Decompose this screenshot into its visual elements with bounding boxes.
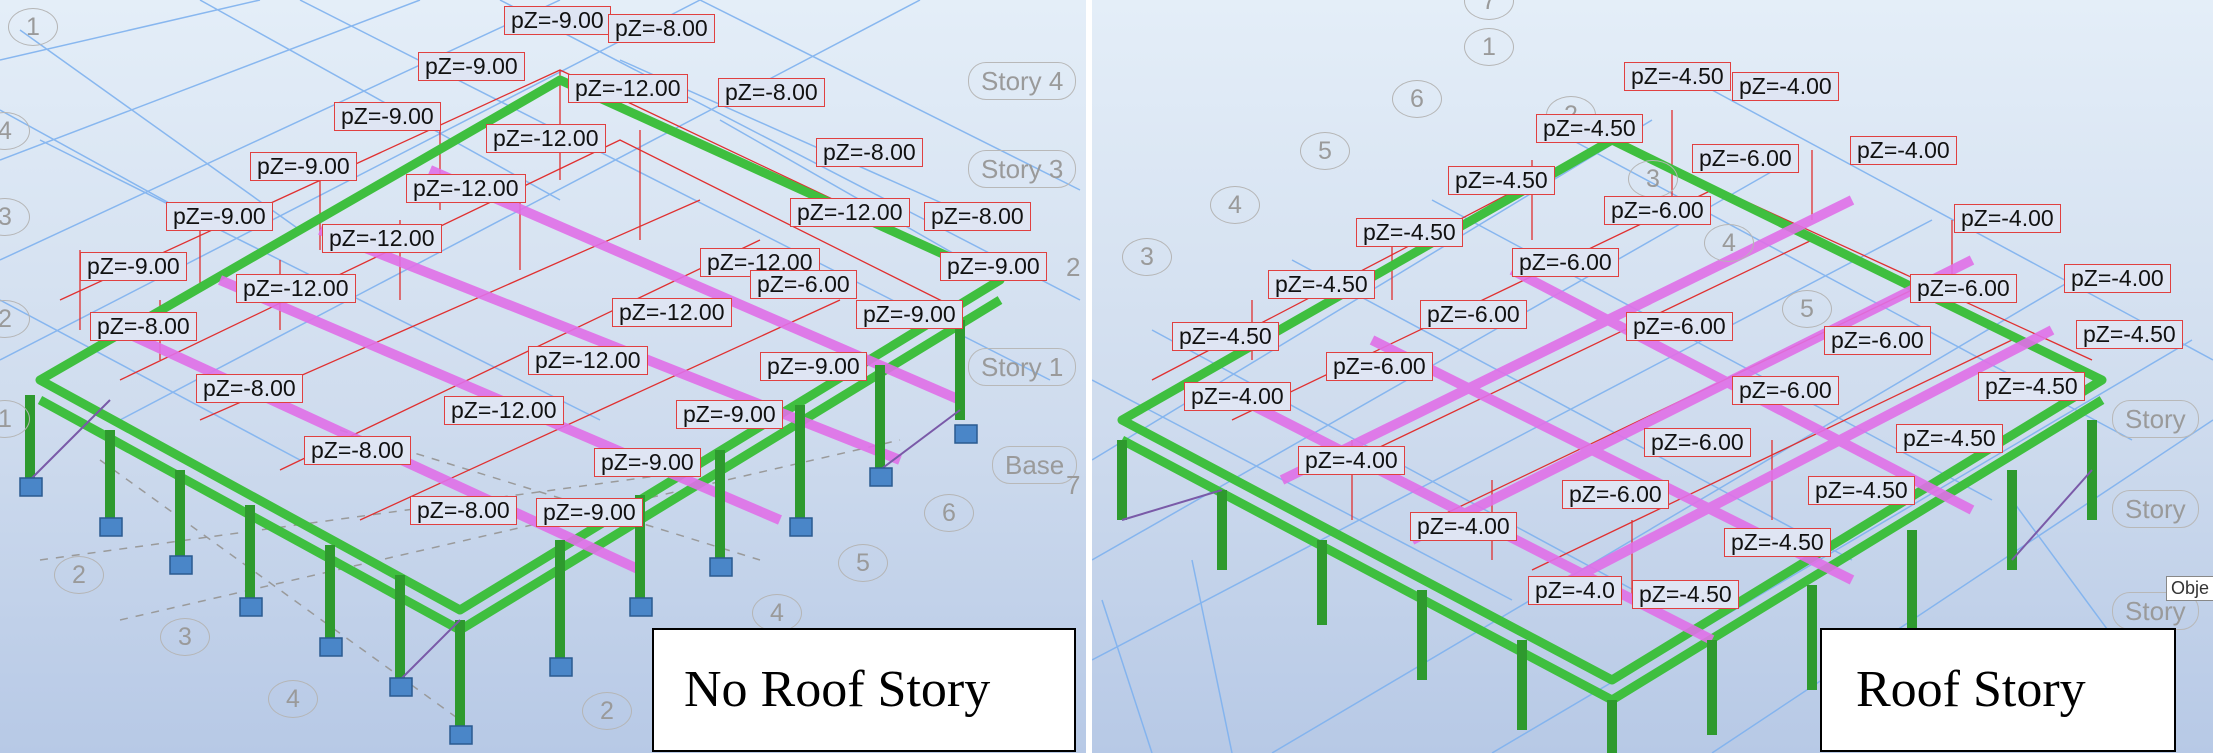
load-label[interactable]: pZ=-12.00 xyxy=(790,198,910,227)
grid-bubble: 3 xyxy=(160,618,210,656)
load-label[interactable]: pZ=-4.50 xyxy=(1724,528,1831,557)
load-label[interactable]: pZ=-12.00 xyxy=(236,274,356,303)
story-label: Story xyxy=(2112,490,2199,528)
load-label[interactable]: pZ=-8.00 xyxy=(196,374,303,403)
load-label[interactable]: pZ=-8.00 xyxy=(90,312,197,341)
load-label[interactable]: pZ=-12.00 xyxy=(568,74,688,103)
load-label[interactable]: pZ=-8.00 xyxy=(816,138,923,167)
grid-bubble: 4 xyxy=(752,594,802,632)
grid-bubble: 2 xyxy=(582,692,632,730)
grid-bubble: 4 xyxy=(1210,186,1260,224)
grid-bubble: 5 xyxy=(838,544,888,582)
grid-bubble: 6 xyxy=(924,494,974,532)
grid-bubble: 1 xyxy=(8,8,58,46)
load-label[interactable]: pZ=-9.00 xyxy=(418,52,525,81)
edge-digit: 2 xyxy=(1066,252,1081,282)
grid-bubble: 3 xyxy=(1628,160,1678,198)
load-label[interactable]: pZ=-9.00 xyxy=(594,448,701,477)
load-label[interactable]: pZ=-4.50 xyxy=(1536,114,1643,143)
load-label[interactable]: pZ=-8.00 xyxy=(924,202,1031,231)
load-label[interactable]: pZ=-4.50 xyxy=(1624,62,1731,91)
load-label[interactable]: pZ=-4.50 xyxy=(1808,476,1915,505)
load-label[interactable]: pZ=-6.00 xyxy=(1692,144,1799,173)
load-label[interactable]: pZ=-4.50 xyxy=(1268,270,1375,299)
load-label[interactable]: pZ=-4.00 xyxy=(1184,382,1291,411)
story-label: Base xyxy=(992,446,1078,484)
load-label[interactable]: pZ=-4.00 xyxy=(1732,72,1839,101)
load-label[interactable]: pZ=-12.00 xyxy=(528,346,648,375)
grid-bubble: 4 xyxy=(268,680,318,718)
load-label[interactable]: pZ=-9.00 xyxy=(250,152,357,181)
load-label[interactable]: pZ=-4.00 xyxy=(1850,136,1957,165)
load-label[interactable]: pZ=-6.00 xyxy=(1562,480,1669,509)
grid-bubble: 2 xyxy=(54,556,104,594)
load-label[interactable]: pZ=-12.00 xyxy=(406,174,526,203)
load-label[interactable]: pZ=-12.00 xyxy=(612,298,732,327)
view-caption: No Roof Story xyxy=(652,628,1076,752)
load-label[interactable]: pZ=-8.00 xyxy=(608,14,715,43)
load-label[interactable]: pZ=-9.00 xyxy=(940,252,1047,281)
load-label[interactable]: pZ=-6.00 xyxy=(1512,248,1619,277)
edge-digit: 7 xyxy=(1066,470,1081,500)
load-label[interactable]: pZ=-12.00 xyxy=(444,396,564,425)
load-label[interactable]: pZ=-9.00 xyxy=(334,102,441,131)
load-label[interactable]: pZ=-6.00 xyxy=(1626,312,1733,341)
load-label[interactable]: pZ=-4.0 xyxy=(1528,576,1622,605)
load-label[interactable]: pZ=-6.00 xyxy=(1644,428,1751,457)
load-label[interactable]: pZ=-4.00 xyxy=(1954,204,2061,233)
view-caption: Roof Story xyxy=(1820,628,2176,752)
grid-bubble: 5 xyxy=(1300,132,1350,170)
load-label[interactable]: pZ=-9.00 xyxy=(80,252,187,281)
load-label[interactable]: pZ=-6.00 xyxy=(750,270,857,299)
load-label[interactable]: pZ=-4.50 xyxy=(1978,372,2085,401)
load-label[interactable]: pZ=-4.50 xyxy=(1172,322,1279,351)
right-3d-viewport[interactable]: 7 1 6 2 5 3 4 4 3 5 2 1 4 3 2 Story Stor… xyxy=(1092,0,2213,753)
story-label: Story 1 xyxy=(968,348,1077,386)
object-tooltip: Obje xyxy=(2166,576,2213,601)
left-3d-viewport[interactable]: 1 4 3 2 1 2 3 4 2 4 5 6 Story 4 Story 3 … xyxy=(0,0,1086,753)
load-label[interactable]: pZ=-4.50 xyxy=(1448,166,1555,195)
load-label[interactable]: pZ=-9.00 xyxy=(504,6,611,35)
grid-bubble: 6 xyxy=(1392,80,1442,118)
load-label[interactable]: pZ=-8.00 xyxy=(410,496,517,525)
grid-bubble: 5 xyxy=(1782,290,1832,328)
load-label[interactable]: pZ=-12.00 xyxy=(322,224,442,253)
load-label[interactable]: pZ=-4.50 xyxy=(1896,424,2003,453)
load-label[interactable]: pZ=-9.00 xyxy=(536,498,643,527)
load-label[interactable]: pZ=-9.00 xyxy=(166,202,273,231)
load-label[interactable]: pZ=-6.00 xyxy=(1420,300,1527,329)
load-label[interactable]: pZ=-4.50 xyxy=(1632,580,1739,609)
story-label: Story 4 xyxy=(968,62,1077,100)
grid-bubble: 4 xyxy=(1704,224,1754,262)
load-label[interactable]: pZ=-6.00 xyxy=(1732,376,1839,405)
story-label: Story xyxy=(2112,400,2199,438)
grid-bubble: 1 xyxy=(1464,28,1514,66)
load-label[interactable]: pZ=-8.00 xyxy=(718,78,825,107)
caption-text: No Roof Story xyxy=(684,661,991,718)
load-label[interactable]: pZ=-6.00 xyxy=(1910,274,2017,303)
load-label[interactable]: pZ=-4.00 xyxy=(1298,446,1405,475)
load-label[interactable]: pZ=-4.00 xyxy=(2064,264,2171,293)
load-label[interactable]: pZ=-12.00 xyxy=(486,124,606,153)
load-label[interactable]: pZ=-4.50 xyxy=(2076,320,2183,349)
load-label[interactable]: pZ=-9.00 xyxy=(760,352,867,381)
load-label[interactable]: pZ=-4.50 xyxy=(1356,218,1463,247)
story-label: Story 3 xyxy=(968,150,1077,188)
load-label[interactable]: pZ=-8.00 xyxy=(304,436,411,465)
load-label[interactable]: pZ=-9.00 xyxy=(856,300,963,329)
load-label[interactable]: pZ=-4.00 xyxy=(1410,512,1517,541)
caption-text: Roof Story xyxy=(1856,661,2086,718)
load-label[interactable]: pZ=-9.00 xyxy=(676,400,783,429)
load-label[interactable]: pZ=-6.00 xyxy=(1604,196,1711,225)
grid-bubble: 3 xyxy=(1122,238,1172,276)
load-label[interactable]: pZ=-6.00 xyxy=(1824,326,1931,355)
load-label[interactable]: pZ=-6.00 xyxy=(1326,352,1433,381)
